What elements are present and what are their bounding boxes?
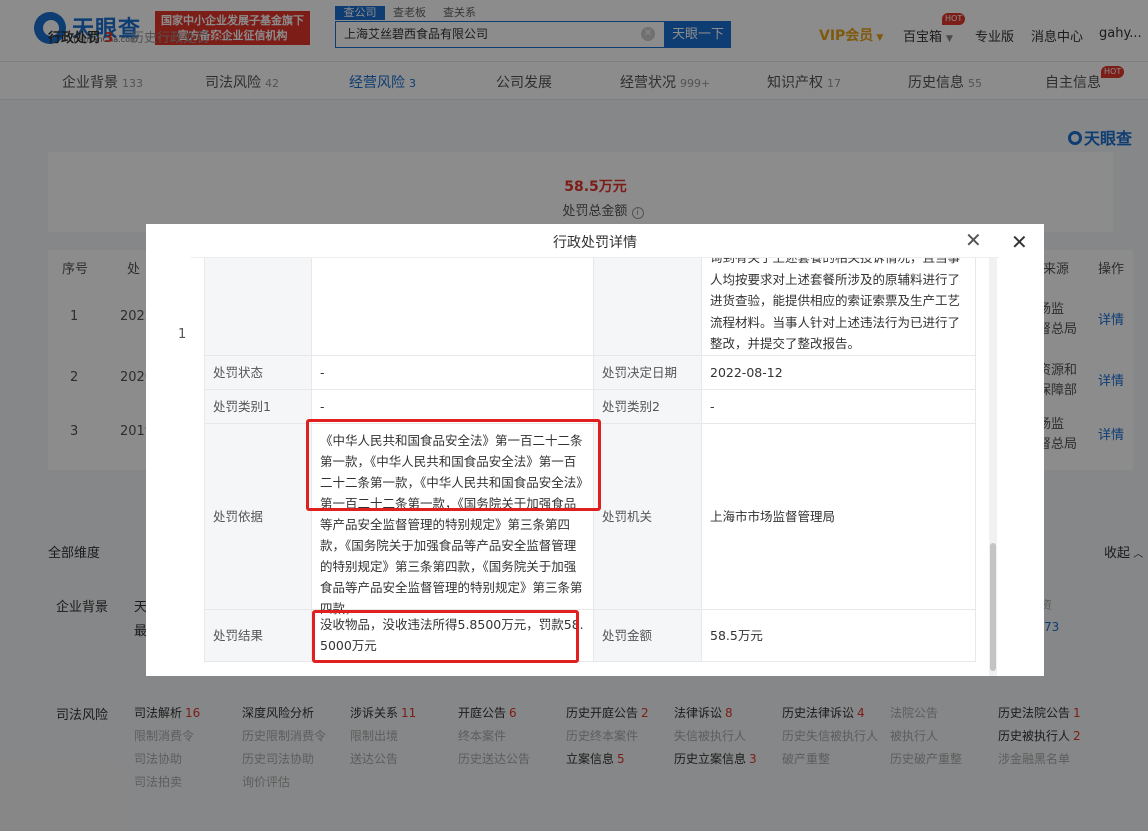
modal-title: 行政处罚详情 <box>553 235 637 251</box>
highlight-box-result <box>312 610 579 663</box>
label-authority: 处罚机关 <box>594 424 702 610</box>
scrollbar-thumb[interactable] <box>990 543 996 671</box>
label-basis: 处罚依据 <box>204 424 312 610</box>
cell-label-blank <box>594 258 702 356</box>
modal-scrollbar[interactable] <box>989 258 997 676</box>
label-decision-date: 处罚决定日期 <box>594 356 702 390</box>
overflow-text: 询到有关于上述套餐的相关投诉情况，且当事人均按要求对上述套餐所涉及的原辅料进行了… <box>710 258 961 351</box>
close-icon[interactable]: ✕ <box>965 228 982 252</box>
cell-overflow-text: 询到有关于上述套餐的相关投诉情况，且当事人均按要求对上述套餐所涉及的原辅料进行了… <box>702 258 976 356</box>
value-type2: - <box>702 390 976 424</box>
label-type2: 处罚类别2 <box>594 390 702 424</box>
label-status: 处罚状态 <box>204 356 312 390</box>
value-amount: 58.5万元 <box>702 610 976 662</box>
value-authority: 上海市市场监督管理局 <box>702 424 976 610</box>
highlight-box-basis <box>306 419 601 511</box>
value-decision-date: 2022-08-12 <box>702 356 976 390</box>
modal-header: 行政处罚详情 ✕ <box>191 224 999 258</box>
value-status: - <box>312 356 594 390</box>
label-type1: 处罚类别1 <box>204 390 312 424</box>
close-icon[interactable]: ✕ <box>1011 230 1028 254</box>
label-amount: 处罚金额 <box>594 610 702 662</box>
back-row-no: 1 <box>178 327 187 342</box>
cell-label-blank <box>204 258 312 356</box>
label-result: 处罚结果 <box>204 610 312 662</box>
cell-value-blank <box>312 258 594 356</box>
